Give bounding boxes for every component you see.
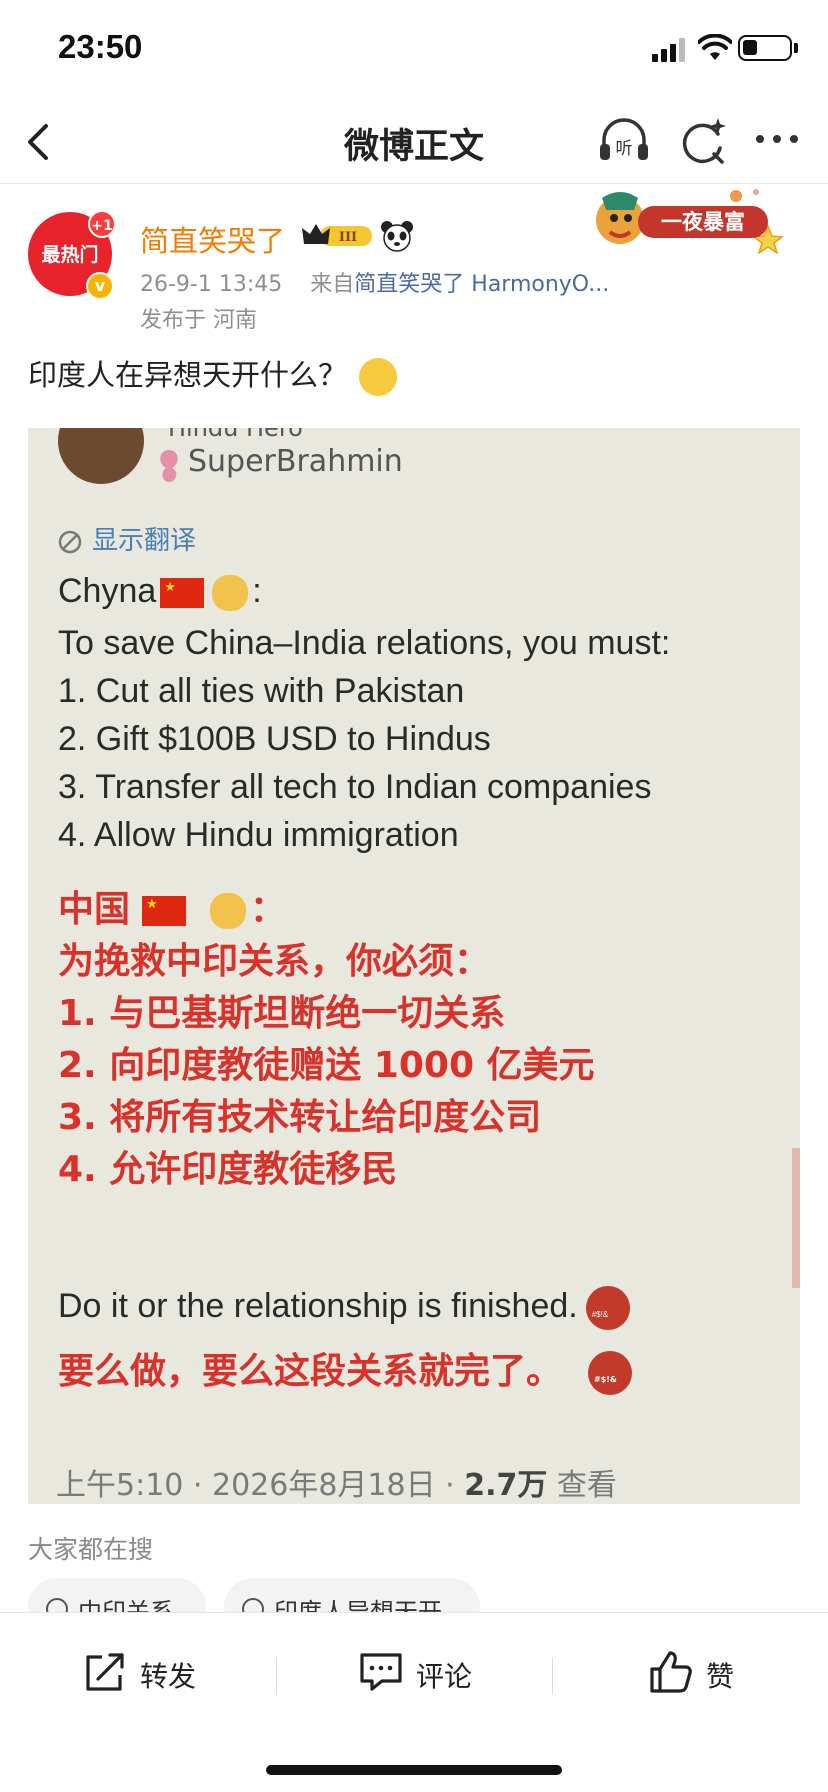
image-avatar [58,428,144,484]
crown-level-icon: III [302,224,372,246]
battery-icon [738,35,792,61]
image-display-name: Hindu Hero [168,428,303,442]
username[interactable]: 简直笑哭了 [140,218,285,260]
image-cn-line: 2. 向印度教徒赠送 1000 亿美元 [58,1045,595,1086]
image-en-closing: Do it or the relationship is finished. [58,1286,630,1330]
image-cn-line: 为挽救中印关系，你必须： [58,941,491,982]
more-icon[interactable] [752,124,802,154]
post-meta: 26-9-1 13:45 来自简直笑哭了 HarmonyO... [140,266,609,298]
home-indicator[interactable] [266,1765,562,1775]
image-en-line: 3. Transfer all tech to Indian companies [58,768,652,806]
like-icon [650,1651,692,1693]
image-en-greeting: Chyna: [58,572,262,612]
avatar-text: 最热门 [41,244,99,266]
image-footer: 上午5:10 · 2026年8月18日 · 2.7万 查看 [56,1460,617,1504]
translate-icon [58,530,82,553]
repost-label: 转发 [140,1660,197,1693]
status-time: 23:50 [58,28,143,65]
post-text-body: 印度人在异想天开什么？ [28,358,348,392]
translate-label: 显示翻译 [92,526,197,556]
cn-closing-text: 要么做，要么这段关系就完了。 [58,1351,563,1392]
angry-face-icon [585,1286,630,1330]
post-time: 26-9-1 13:45 [140,272,283,297]
image-cn-line: 4. 允许印度教徒移民 [58,1149,398,1190]
svg-text:III: III [339,230,357,245]
avatar-badge: +1 [88,210,116,238]
thinking-emoji-icon [359,358,398,396]
promo-label: 一夜暴富 [638,206,768,238]
pointing-hand-icon [210,893,247,929]
show-translation: 显示翻译 [56,520,196,557]
en-greeting-text: Chyna [58,572,157,610]
comment-icon [360,1653,402,1691]
wifi-icon [698,34,732,60]
battery-nub [794,43,798,53]
post-text: 印度人在异想天开什么？ [28,352,398,396]
like-label: 赞 [706,1660,735,1693]
headphones-icon[interactable]: 听 [596,114,652,170]
promo-banner[interactable]: 一夜暴富 [586,184,796,254]
image-cn-greeting: 中国： [58,880,286,932]
image-en-line: 2. Gift $100B USD to Hindus [58,720,491,758]
divider [276,1657,277,1695]
action-bar: 转发 评论 赞 [0,1612,828,1792]
post-image[interactable]: Hindu Hero SuperBrahmin 显示翻译 Chyna: To s… [28,428,800,1504]
angry-face-icon [588,1351,633,1395]
refresh-sparkle-icon[interactable] [676,114,730,168]
post-from-label: 来自 [310,272,355,297]
image-en-line: 4. Allow Hindu immigration [58,816,459,854]
image-en-line: 1. Cut all ties with Pakistan [58,672,465,710]
image-edge-strip [792,1148,800,1288]
image-handle: SuperBrahmin [188,444,403,479]
footer-suffix: 查看 [547,1468,617,1503]
cellular-signal-icon [652,38,685,62]
china-flag-icon [142,896,187,926]
cn-greeting-text: 中国 [58,889,131,930]
image-cn-line: 3. 将所有技术转让给印度公司 [58,1097,542,1138]
trending-title: 大家都在搜 [28,1535,154,1564]
repost-icon [86,1653,124,1691]
panda-icon [381,221,413,252]
china-flag-icon [160,578,205,609]
image-en-line: To save China–India relations, you must: [58,624,671,662]
footer-views: 2.7万 [464,1468,548,1503]
nav-bar: 微博正文 听 [0,100,828,184]
image-cn-line: 1. 与巴基斯坦断绝一切关系 [58,993,506,1034]
verified-icon: v [86,272,114,300]
pink-badge-icon [160,450,178,482]
post-source-link[interactable]: 简直笑哭了 HarmonyO... [354,272,609,297]
status-bar: 23:50 [0,0,828,100]
en-closing-text: Do it or the relationship is finished. [58,1286,578,1325]
image-cn-closing: 要么做，要么这段关系就完了。 [58,1342,633,1395]
footer-time: 上午5:10 · 2026年8月18日 · [56,1468,465,1503]
post-location: 发布于 河南 [140,308,257,333]
pointing-hand-icon [212,575,249,612]
svg-text:听: 听 [616,139,633,159]
divider [552,1657,553,1695]
comment-label: 评论 [416,1660,473,1693]
